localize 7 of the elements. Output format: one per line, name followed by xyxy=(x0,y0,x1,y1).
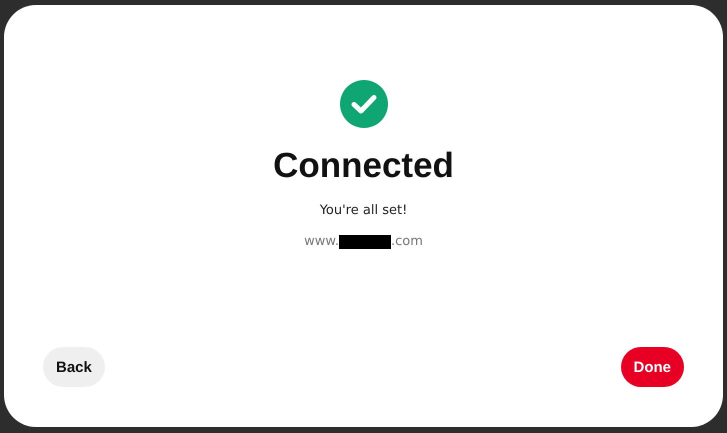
back-button[interactable]: Back xyxy=(43,347,105,387)
check-icon xyxy=(340,80,388,128)
status-message: You're all set! xyxy=(320,202,408,220)
done-button[interactable]: Done xyxy=(620,347,684,387)
url-prefix: www. xyxy=(304,233,339,251)
dialog-title: Connected xyxy=(273,145,454,187)
url-suffix: .com xyxy=(390,233,423,251)
